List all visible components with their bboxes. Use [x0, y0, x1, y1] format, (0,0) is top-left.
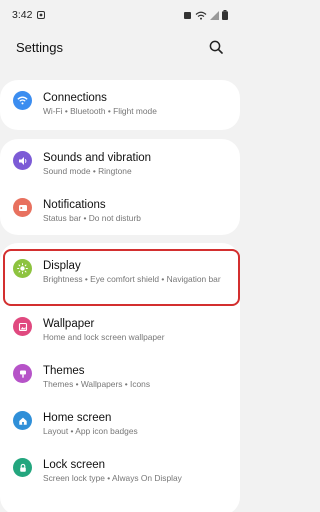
item-title: Themes — [43, 365, 85, 377]
settings-item-lock-screen[interactable]: Lock screen Screen lock type • Always On… — [0, 458, 240, 484]
item-subtitle: Sound mode • Ringtone — [43, 166, 132, 176]
notification-icon — [13, 198, 32, 217]
item-subtitle: Screen lock type • Always On Display — [43, 473, 182, 483]
item-title: Sounds and vibration — [43, 152, 152, 164]
sun-icon — [13, 259, 32, 278]
settings-item-themes[interactable]: Themes Themes • Wallpapers • Icons — [0, 364, 240, 390]
settings-item-sounds[interactable]: Sounds and vibration Sound mode • Ringto… — [0, 151, 240, 177]
settings-item-wallpaper[interactable]: Wallpaper Home and lock screen wallpaper — [0, 317, 240, 343]
display-group-card: Display Brightness • Eye comfort shield … — [0, 243, 240, 512]
app-header: Settings — [0, 30, 240, 64]
sound-notification-card: Sounds and vibration Sound mode • Ringto… — [0, 139, 240, 235]
page-title: Settings — [16, 39, 63, 55]
alarm-icon — [183, 11, 192, 20]
settings-item-display[interactable]: Display Brightness • Eye comfort shield … — [0, 259, 240, 285]
item-subtitle: Layout • App icon badges — [43, 426, 138, 436]
item-title: Wallpaper — [43, 318, 95, 330]
battery-icon — [222, 10, 228, 20]
wifi-signal-icon — [195, 11, 207, 20]
home-icon — [13, 411, 32, 430]
wallpaper-icon — [13, 317, 32, 336]
cell-signal-icon — [210, 10, 219, 20]
connections-card: Connections Wi-Fi • Bluetooth • Flight m… — [0, 80, 240, 130]
themes-icon — [13, 364, 32, 383]
item-subtitle: Themes • Wallpapers • Icons — [43, 379, 151, 389]
notification-app-icon — [37, 11, 46, 19]
status-bar: 3:42 — [0, 0, 240, 30]
search-button[interactable] — [206, 37, 226, 57]
item-subtitle: Wi-Fi • Bluetooth • Flight mode — [43, 106, 157, 116]
settings-item-notifications[interactable]: Notifications Status bar • Do not distur… — [0, 198, 240, 224]
search-icon — [209, 40, 223, 54]
item-title: Display — [43, 260, 81, 272]
item-title: Notifications — [43, 199, 106, 211]
settings-item-home-screen[interactable]: Home screen Layout • App icon badges — [0, 411, 240, 437]
settings-item-connections[interactable]: Connections Wi-Fi • Bluetooth • Flight m… — [0, 91, 240, 117]
lock-icon — [13, 458, 32, 477]
item-subtitle: Status bar • Do not disturb — [43, 213, 141, 223]
item-subtitle: Home and lock screen wallpaper — [43, 332, 165, 342]
status-time: 3:42 — [12, 9, 33, 21]
item-title: Lock screen — [43, 459, 106, 471]
wifi-icon — [13, 91, 32, 110]
speaker-icon — [13, 151, 32, 170]
item-subtitle: Brightness • Eye comfort shield • Naviga… — [43, 274, 221, 284]
item-title: Home screen — [43, 412, 112, 424]
item-title: Connections — [43, 92, 107, 104]
